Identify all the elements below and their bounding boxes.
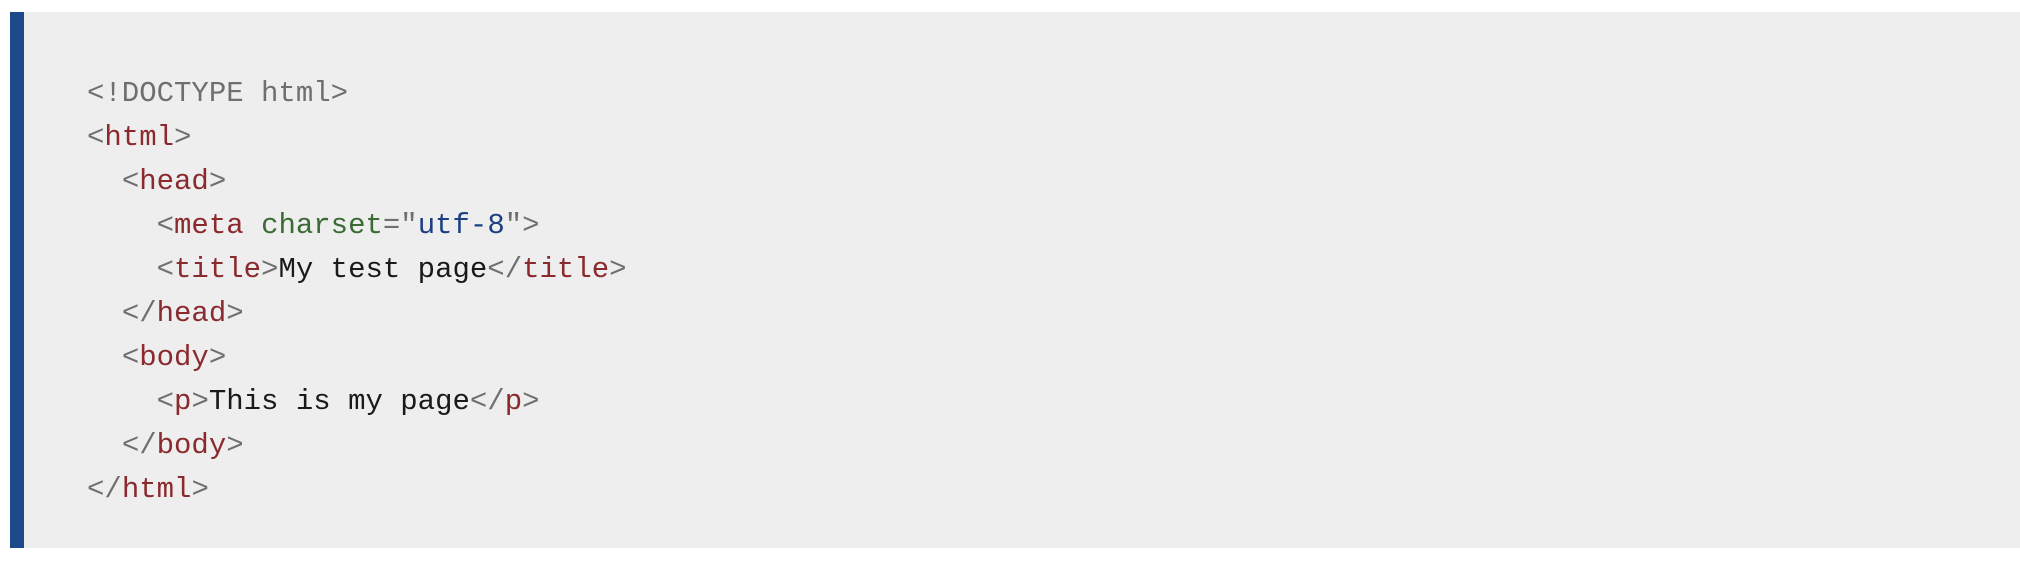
code-line-head-close: </head> — [87, 292, 627, 336]
punctuation: > — [522, 385, 540, 418]
punctuation: < — [156, 209, 175, 242]
punctuation: </ — [469, 385, 505, 418]
punctuation: < — [156, 253, 175, 286]
punctuation: < — [87, 121, 105, 154]
punctuation: < — [121, 341, 140, 374]
punctuation: < — [121, 165, 140, 198]
tag-name: html — [121, 473, 192, 506]
punctuation: = — [382, 209, 401, 242]
code-line-paragraph: <p>This is my page</p> — [87, 380, 627, 424]
punctuation: > — [208, 165, 227, 198]
punctuation: > — [191, 473, 209, 506]
tag-name: meta — [174, 209, 244, 242]
code-line-title: <title>My test page</title> — [87, 248, 627, 292]
punctuation: > — [174, 121, 192, 154]
punctuation: > — [191, 385, 209, 418]
punctuation: </ — [487, 253, 523, 286]
punctuation: </ — [121, 429, 157, 462]
punctuation: </ — [87, 473, 122, 506]
attribute-name: charset — [261, 209, 383, 242]
tag-name: head — [139, 165, 209, 198]
text-content: My test page — [278, 253, 488, 286]
code-block: <!DOCTYPE html> <html> <head> <meta chars… — [10, 12, 2020, 548]
tag-name: body — [139, 341, 209, 374]
tag-name: body — [156, 429, 227, 462]
punctuation: </ — [121, 297, 157, 330]
punctuation: > — [226, 429, 244, 462]
tag-name: p — [174, 385, 192, 418]
punctuation: " — [504, 209, 523, 242]
tag-name: title — [174, 253, 262, 286]
punctuation: > — [226, 297, 244, 330]
code-line-body-open: <body> — [87, 336, 627, 380]
doctype-declaration: <!DOCTYPE html> — [87, 77, 349, 110]
punctuation: > — [208, 341, 227, 374]
code-line-doctype: <!DOCTYPE html> — [87, 72, 627, 116]
code-line-meta: <meta charset="utf-8"> — [87, 204, 627, 248]
code-line-body-close: </body> — [87, 424, 627, 468]
code-line-head-open: <head> — [87, 160, 627, 204]
code-line-html-open: <html> — [87, 116, 627, 160]
code-listing: <!DOCTYPE html> <html> <head> <meta chars… — [87, 72, 627, 512]
tag-name: p — [504, 385, 523, 418]
tag-name: head — [156, 297, 227, 330]
tag-name: html — [104, 121, 175, 154]
punctuation: > — [522, 209, 540, 242]
punctuation: " — [400, 209, 418, 242]
code-line-html-close: </html> — [87, 468, 627, 512]
punctuation: > — [609, 253, 627, 286]
text-content: This is my page — [208, 385, 470, 418]
attribute-value: utf-8 — [417, 209, 505, 242]
tag-name: title — [522, 253, 610, 286]
punctuation: > — [261, 253, 279, 286]
punctuation: < — [156, 385, 175, 418]
